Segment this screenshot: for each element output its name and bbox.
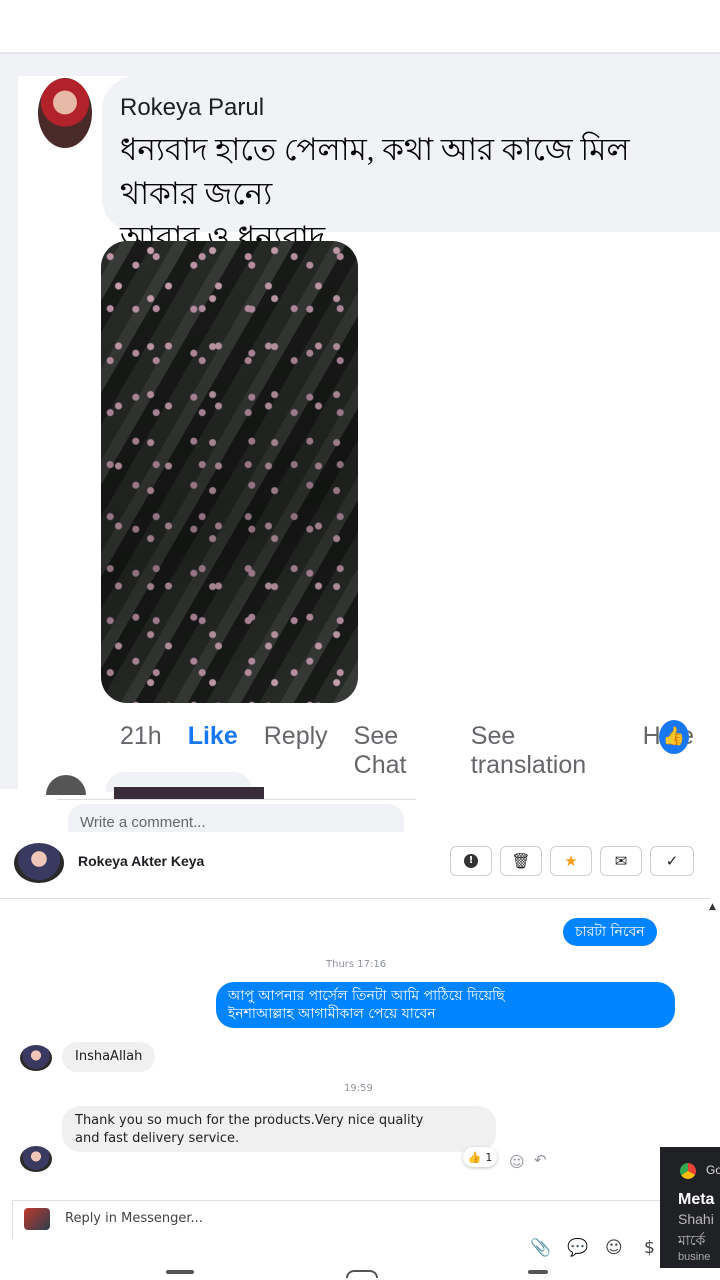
- see-translation-link[interactable]: See translation: [471, 722, 617, 779]
- saved-replies-icon[interactable]: 💬: [567, 1238, 588, 1258]
- comment-text-line: ধন্যবাদ হাতে পেলাম, কথা আর কাজে মিল থাকা…: [120, 132, 630, 211]
- outgoing-message[interactable]: আপু আপনার পার্সেল তিনটা আমি পাঠিয়ে দিয়…: [216, 982, 675, 1028]
- notification-title: Meta: [678, 1191, 715, 1208]
- nav-home-mark[interactable]: [346, 1270, 378, 1278]
- mark-unread-button[interactable]: ✉: [600, 846, 642, 876]
- contact-avatar[interactable]: [14, 843, 64, 883]
- nav-menu-mark[interactable]: [166, 1270, 194, 1274]
- message-line: and fast delivery service.: [75, 1131, 240, 1146]
- chrome-notification[interactable]: Go Meta Shahi মার্কে busine: [660, 1147, 720, 1273]
- notification-line: Shahi: [678, 1211, 714, 1227]
- reply-link[interactable]: Reply: [264, 722, 328, 756]
- notification-footer: busine: [678, 1251, 711, 1263]
- emoji-icon[interactable]: ☺: [605, 1238, 623, 1258]
- mark-done-button[interactable]: ✓: [650, 846, 694, 876]
- page-avatar: [24, 1208, 50, 1230]
- like-link[interactable]: Like: [188, 722, 238, 756]
- alert-icon: !: [464, 854, 478, 868]
- trash-icon: 🗑: [511, 852, 531, 870]
- chrome-icon: [680, 1163, 696, 1179]
- message-line: আপু আপনার পার্সেল তিনটা আমি পাঠিয়ে দিয়…: [228, 988, 505, 1004]
- thumbs-up-icon: 👍: [467, 1150, 482, 1164]
- reply-arrow-icon[interactable]: ↶: [534, 1151, 547, 1169]
- next-comment-thumbnail: [114, 787, 264, 799]
- mark-spam-button[interactable]: !: [450, 846, 492, 876]
- reaction-count: 1: [485, 1150, 493, 1164]
- outgoing-message[interactable]: চারটা নিবেন: [563, 918, 657, 946]
- scroll-up-arrow-icon[interactable]: ▲: [709, 902, 716, 912]
- comment-actions: 21h Like Reply See Chat See translation …: [120, 722, 720, 779]
- emoji-react-icon[interactable]: ☺: [509, 1153, 525, 1171]
- incoming-message[interactable]: Thank you so much for the products.Very …: [62, 1106, 496, 1152]
- delete-button[interactable]: 🗑: [500, 846, 542, 876]
- comment-photo[interactable]: [101, 241, 358, 703]
- write-comment-input[interactable]: Write a comment...: [68, 804, 404, 832]
- message-line: ইনশাআল্লাহ আগামীকাল পেয়ে যাবেন: [228, 1006, 436, 1022]
- contact-avatar-small: [20, 1045, 52, 1071]
- commenter-avatar[interactable]: [38, 78, 92, 148]
- check-icon: ✓: [665, 852, 679, 870]
- see-chat-link[interactable]: See Chat: [354, 722, 445, 779]
- like-thumb-icon: 👍: [659, 720, 689, 754]
- contact-name[interactable]: Rokeya Akter Keya: [78, 853, 204, 869]
- message-reaction[interactable]: 👍 1: [463, 1147, 497, 1167]
- message-timestamp: 19:59: [344, 1083, 373, 1094]
- nav-back-mark[interactable]: [528, 1270, 548, 1274]
- payment-icon[interactable]: $: [644, 1238, 655, 1258]
- star-button[interactable]: ★: [550, 846, 592, 876]
- notification-source: Go: [706, 1163, 720, 1177]
- commenter-name[interactable]: Rokeya Parul: [120, 94, 264, 122]
- top-strip: [0, 0, 720, 54]
- notification-line: মার্কে: [678, 1232, 706, 1248]
- contact-avatar-small: [20, 1146, 52, 1172]
- message-line: Thank you so much for the products.Very …: [75, 1113, 424, 1128]
- message-timestamp: Thurs 17:16: [326, 959, 387, 970]
- reply-input[interactable]: Reply in Messenger...: [65, 1211, 203, 1226]
- incoming-message[interactable]: InshaAllah: [62, 1042, 156, 1072]
- star-icon: ★: [564, 852, 578, 870]
- mail-icon: ✉: [614, 852, 628, 870]
- comment-time: 21h: [120, 722, 162, 750]
- attachment-icon[interactable]: 📎: [530, 1238, 551, 1258]
